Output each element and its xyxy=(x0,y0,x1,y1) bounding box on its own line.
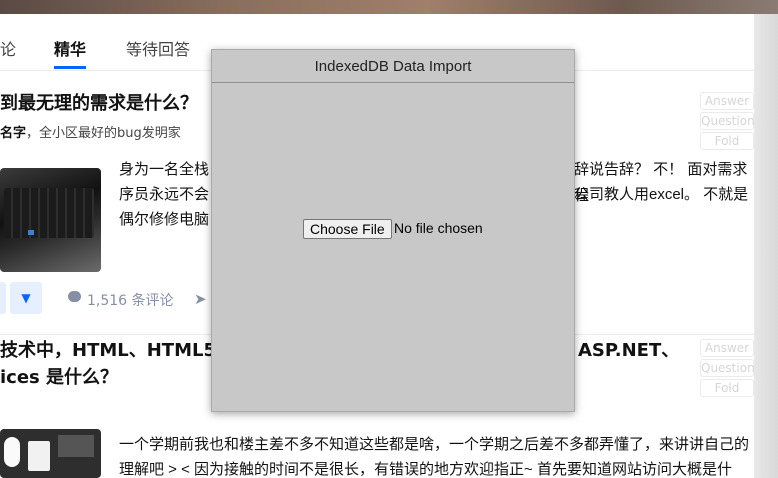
excerpt-line[interactable]: 偶尔修修电脑 xyxy=(119,207,209,233)
tab-discussion[interactable]: 论 xyxy=(0,36,16,60)
excerpt-line[interactable]: 序员永远不会 xyxy=(119,182,209,208)
choose-file-button[interactable]: Choose File xyxy=(303,219,392,239)
question-title-continued[interactable]: ASP.NET、 xyxy=(578,336,679,362)
file-status-text: No file chosen xyxy=(394,220,483,236)
question-title[interactable]: 技术中，HTML、HTML5、 xyxy=(0,336,234,362)
comment-icon[interactable] xyxy=(68,291,81,302)
triangle-down-icon: ▼ xyxy=(21,291,31,305)
background-image-strip xyxy=(0,0,778,14)
question-button[interactable]: Question xyxy=(700,112,754,130)
import-dialog: IndexedDB Data Import Choose File No fil… xyxy=(211,49,575,412)
active-tab-indicator xyxy=(54,66,86,69)
vote-down-button[interactable]: ▼ xyxy=(10,282,42,314)
share-icon[interactable]: ➤ xyxy=(194,290,207,308)
excerpt-line[interactable]: 身为一名全栈 xyxy=(119,157,209,183)
tab-waiting-answers[interactable]: 等待回答 xyxy=(126,36,190,60)
keyboard-led xyxy=(28,230,34,235)
fold-button[interactable]: Fold xyxy=(700,132,754,150)
question-button[interactable]: Question xyxy=(700,359,754,377)
question-title[interactable]: 到最无理的需求是什么？ xyxy=(0,89,198,115)
server-shape xyxy=(28,441,50,471)
author-name[interactable]: 名字 xyxy=(0,126,26,141)
fold-button[interactable]: Fold xyxy=(700,379,754,397)
diagram-shape xyxy=(58,435,94,457)
author-bio: ，全小区最好的bug发明家 xyxy=(26,126,181,141)
right-edge-panel xyxy=(752,14,778,478)
keyboard-image xyxy=(4,188,94,238)
excerpt-line[interactable]: 一个学期前我也和楼主差不多不知道这些都是啥，一个学期之后差不多都弄懂了，来讲讲自… xyxy=(119,432,749,458)
dialog-title: IndexedDB Data Import xyxy=(212,50,574,83)
excerpt-line[interactable]: 公司教人用excel。 不就是 xyxy=(574,182,748,208)
question-title-line2[interactable]: ices 是什么？ xyxy=(0,363,118,389)
diagram-shape xyxy=(4,437,20,467)
author-line: 名字，全小区最好的bug发明家 xyxy=(0,122,181,141)
vote-up-button[interactable] xyxy=(0,282,6,314)
answer-thumbnail[interactable] xyxy=(0,168,101,272)
excerpt-line[interactable]: 理解吧 > < 因为接触的时间不是很长，有错误的地方欢迎指正~ 首先要知道网站访… xyxy=(119,457,732,478)
answer-thumbnail[interactable] xyxy=(0,429,101,478)
tab-featured[interactable]: 精华 xyxy=(54,36,86,60)
comment-count[interactable]: 1,516 条评论 xyxy=(87,290,174,310)
answer-button[interactable]: Answer xyxy=(700,92,754,110)
answer-button[interactable]: Answer xyxy=(700,339,754,357)
